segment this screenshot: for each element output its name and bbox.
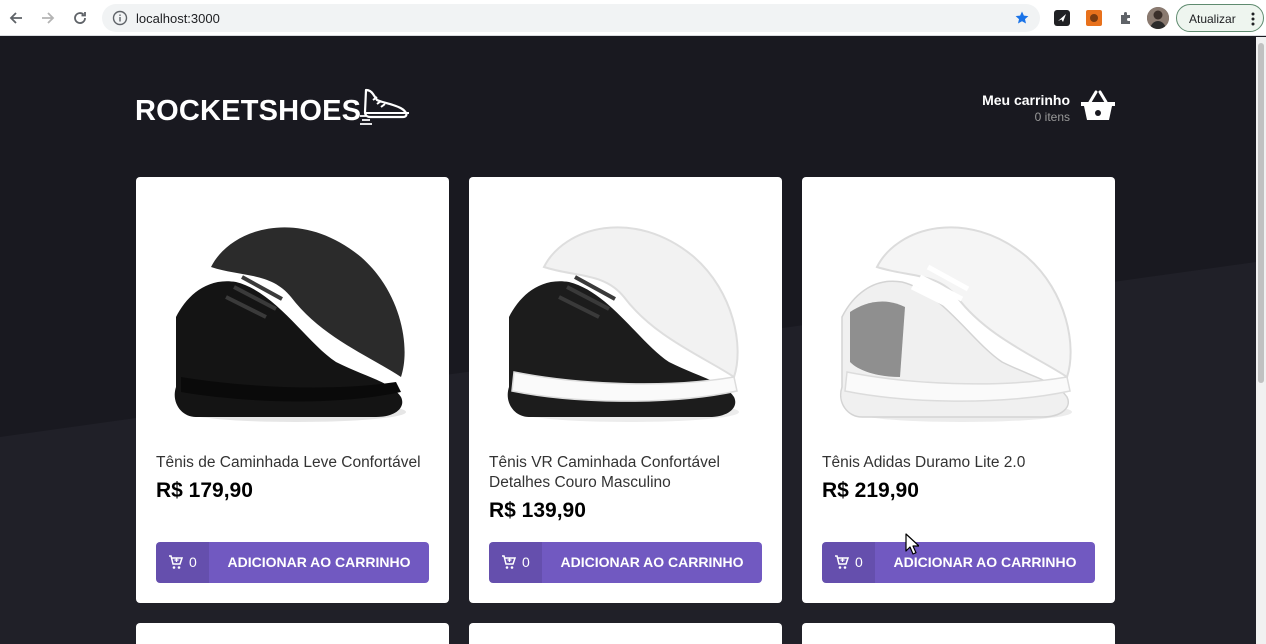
page: ROCKETSHOES Meu carrinho 0 itens Tênis d…	[0, 37, 1256, 644]
forward-button[interactable]	[36, 6, 60, 30]
extension-send-icon[interactable]	[1053, 9, 1071, 27]
more-vert-icon[interactable]	[1251, 11, 1255, 27]
add-to-cart-button[interactable]: 0 ADICIONAR AO CARRINHO	[489, 542, 762, 583]
logo-text[interactable]: ROCKETSHOES	[135, 95, 361, 128]
add-to-cart-label: ADICIONAR AO CARRINHO	[893, 554, 1077, 570]
add-shopping-cart-icon	[169, 555, 183, 569]
add-to-cart-button[interactable]: 0 ADICIONAR AO CARRINHO	[822, 542, 1095, 583]
product-card-partial	[469, 623, 782, 644]
product-price: R$ 179,90	[156, 479, 253, 502]
cart-quantity-box: 0	[489, 542, 542, 583]
product-price: R$ 219,90	[822, 479, 919, 502]
reload-icon	[74, 12, 86, 24]
header-cart[interactable]: Meu carrinho 0 itens	[970, 89, 1116, 129]
product-image-black-sneaker[interactable]	[156, 207, 429, 437]
product-card-partial	[802, 623, 1115, 644]
browser-toolbar: localhost:3000 Atualizar	[0, 0, 1266, 36]
cart-quantity-box: 0	[156, 542, 209, 583]
avatar-icon	[1147, 7, 1169, 29]
arrow-right-icon	[42, 12, 55, 24]
product-card: Tênis VR Caminhada Confortável Detalhes …	[469, 177, 782, 603]
address-bar[interactable]: localhost:3000	[102, 4, 1040, 32]
page-scrollbar[interactable]	[1256, 37, 1266, 644]
sneaker-logo-icon[interactable]	[360, 86, 414, 126]
add-shopping-cart-icon	[502, 555, 516, 569]
reload-button[interactable]	[68, 6, 92, 30]
product-name[interactable]: Tênis de Caminhada Leve Confortável	[156, 453, 436, 473]
add-to-cart-label: ADICIONAR AO CARRINHO	[560, 554, 744, 570]
add-to-cart-label: ADICIONAR AO CARRINHO	[227, 554, 411, 570]
mouse-pointer-icon	[905, 533, 919, 555]
cart-quantity: 0	[189, 554, 197, 570]
product-card: Tênis Adidas Duramo Lite 2.0 R$ 219,90 0…	[802, 177, 1115, 603]
update-button[interactable]: Atualizar	[1176, 4, 1264, 32]
back-button[interactable]	[4, 6, 28, 30]
product-card-partial	[136, 623, 449, 644]
bookmark-star-icon[interactable]	[1014, 10, 1030, 26]
cart-count: 0 itens	[1034, 110, 1070, 124]
extension-fox-icon[interactable]	[1085, 9, 1103, 27]
add-to-cart-button[interactable]: 0 ADICIONAR AO CARRINHO	[156, 542, 429, 583]
info-icon[interactable]	[112, 10, 128, 26]
arrow-left-icon	[9, 12, 22, 24]
product-card: Tênis de Caminhada Leve Confortável R$ 1…	[136, 177, 449, 603]
product-image-black-white-sneaker[interactable]	[489, 207, 762, 437]
cart-title: Meu carrinho	[982, 92, 1070, 108]
cart-quantity-box: 0	[822, 542, 875, 583]
url-text[interactable]: localhost:3000	[136, 11, 220, 26]
product-name[interactable]: Tênis VR Caminhada Confortável Detalhes …	[489, 453, 769, 493]
product-price: R$ 139,90	[489, 499, 586, 522]
update-label: Atualizar	[1189, 12, 1236, 26]
profile-avatar[interactable]	[1147, 7, 1169, 29]
scrollbar-thumb[interactable]	[1258, 43, 1264, 383]
extensions-puzzle-icon[interactable]	[1117, 9, 1135, 27]
cart-quantity: 0	[855, 554, 863, 570]
shopping-basket-icon	[1081, 90, 1115, 120]
add-shopping-cart-icon	[835, 555, 849, 569]
product-name[interactable]: Tênis Adidas Duramo Lite 2.0	[822, 453, 1102, 473]
cart-quantity: 0	[522, 554, 530, 570]
product-image-white-grey-sneaker[interactable]	[822, 207, 1095, 437]
